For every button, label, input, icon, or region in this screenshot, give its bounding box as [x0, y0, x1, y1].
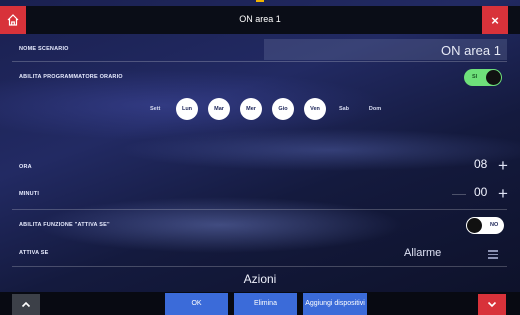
week-label: Sett	[150, 106, 161, 112]
scroll-down-button[interactable]	[478, 294, 506, 315]
minutes-value: 00	[474, 185, 488, 199]
list-menu-icon[interactable]	[488, 250, 498, 261]
divider	[12, 266, 507, 267]
toggle-knob	[486, 70, 501, 85]
day-mer[interactable]: Mer	[240, 98, 262, 120]
ok-button[interactable]: OK	[165, 293, 228, 315]
divider	[12, 61, 507, 62]
day-ven[interactable]: Ven	[304, 98, 326, 120]
minutes-plus-button[interactable]: +	[498, 185, 508, 202]
activate-if-toggle-text: NO	[490, 222, 499, 228]
minutes-minus-button[interactable]	[452, 194, 466, 195]
actions-title: Azioni	[243, 272, 277, 286]
day-mar[interactable]: Mar	[208, 98, 230, 120]
top-bar: ON area 1 ×	[0, 6, 520, 34]
close-icon: ×	[491, 12, 499, 28]
title-accent-mark	[256, 0, 264, 2]
scheduler-toggle-text: SI	[472, 74, 478, 80]
day-sab[interactable]: Sab	[333, 98, 355, 120]
scroll-up-button[interactable]	[12, 294, 40, 315]
hour-value: 08	[474, 157, 488, 171]
activate-if-toggle[interactable]: NO	[466, 217, 504, 234]
hour-plus-button[interactable]: +	[498, 157, 508, 174]
minutes-label: MINUTI	[19, 191, 40, 197]
chevron-down-icon	[487, 301, 497, 308]
activate-if-enable-label: ABILITA FUNZIONE "ATTIVA SE"	[19, 222, 110, 228]
divider	[12, 209, 507, 210]
delete-button[interactable]: Elimina	[234, 293, 297, 315]
day-dom[interactable]: Dom	[364, 98, 386, 120]
toggle-knob	[467, 218, 482, 233]
weekday-selector: Sett Lun Mar Mer Gio Ven Sab Dom	[0, 98, 520, 120]
hour-label: ORA	[19, 164, 32, 170]
activate-if-label: ATTIVA SE	[19, 250, 49, 256]
page-title: ON area 1	[239, 14, 281, 24]
scenario-name-field[interactable]: ON area 1	[264, 39, 507, 60]
day-lun[interactable]: Lun	[176, 98, 198, 120]
scenario-name-label: NOME SCENARIO	[19, 46, 69, 52]
add-devices-button[interactable]: Aggiungi dispositivi	[303, 293, 367, 315]
day-gio[interactable]: Gio	[272, 98, 294, 120]
chevron-up-icon	[21, 301, 31, 308]
scheduler-enable-label: ABILITA PROGRAMMATORE ORARIO	[19, 74, 123, 80]
scheduler-toggle[interactable]: SI	[464, 69, 502, 86]
close-button[interactable]: ×	[482, 6, 508, 34]
activate-if-value[interactable]: Allarme	[404, 247, 441, 259]
